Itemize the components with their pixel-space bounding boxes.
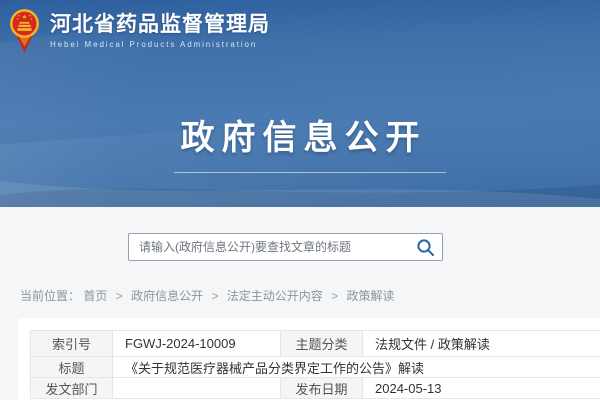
document-card: 索引号 FGWJ-2024-10009 主题分类 法规文件 / 政策解读 标题 … — [18, 318, 600, 400]
search-icon — [416, 238, 435, 257]
search-box — [128, 233, 443, 261]
breadcrumb-separator: > — [331, 289, 338, 303]
title-value: 《关于规范医疗器械产品分类界定工作的公告》解读 — [113, 357, 600, 378]
breadcrumb-gov-info[interactable]: 政府信息公开 — [131, 289, 203, 303]
breadcrumb-separator: > — [211, 289, 218, 303]
publish-date-label: 发布日期 — [281, 378, 363, 399]
agency-name-english: Hebei Medical Products Administration — [50, 40, 270, 49]
title-underline — [174, 172, 446, 173]
search-input[interactable] — [129, 234, 408, 260]
breadcrumb-policy-interpretation[interactable]: 政策解读 — [347, 289, 395, 303]
index-number-label: 索引号 — [31, 331, 113, 357]
svg-text:★: ★ — [22, 14, 28, 21]
page: ★ 河北省药品监督管理局 Hebei Medical Products Admi… — [0, 0, 600, 400]
table-row: 索引号 FGWJ-2024-10009 主题分类 法规文件 / 政策解读 — [31, 331, 600, 357]
table-row: 发文部门 发布日期 2024-05-13 — [31, 378, 600, 399]
breadcrumb-separator: > — [116, 289, 123, 303]
search-button[interactable] — [408, 234, 442, 260]
breadcrumb-statutory-disclosure[interactable]: 法定主动公开内容 — [227, 289, 323, 303]
table-row: 标题 《关于规范医疗器械产品分类界定工作的公告》解读 — [31, 357, 600, 378]
search-section: 当前位置： 首页 > 政府信息公开 > 法定主动公开内容 > 政策解读 — [0, 207, 600, 318]
issuing-department-label: 发文部门 — [31, 378, 113, 399]
breadcrumb-home[interactable]: 首页 — [83, 289, 107, 303]
page-title: 政府信息公开 — [174, 110, 427, 159]
banner: ★ 河北省药品监督管理局 Hebei Medical Products Admi… — [0, 0, 600, 207]
issuing-department-value — [113, 378, 281, 399]
breadcrumb-label: 当前位置： — [20, 289, 80, 303]
breadcrumb: 当前位置： 首页 > 政府信息公开 > 法定主动公开内容 > 政策解读 — [20, 287, 395, 304]
agency-logo[interactable]: ★ 河北省药品监督管理局 Hebei Medical Products Admi… — [8, 7, 270, 55]
agency-name: 河北省药品监督管理局 — [50, 13, 270, 37]
national-emblem-icon: ★ — [8, 7, 41, 55]
document-metadata-table: 索引号 FGWJ-2024-10009 主题分类 法规文件 / 政策解读 标题 … — [30, 330, 600, 399]
index-number-value: FGWJ-2024-10009 — [113, 331, 281, 357]
topic-category-value: 法规文件 / 政策解读 — [363, 331, 600, 357]
publish-date-value: 2024-05-13 — [363, 378, 600, 399]
title-label: 标题 — [31, 357, 113, 378]
topic-category-label: 主题分类 — [281, 331, 363, 357]
